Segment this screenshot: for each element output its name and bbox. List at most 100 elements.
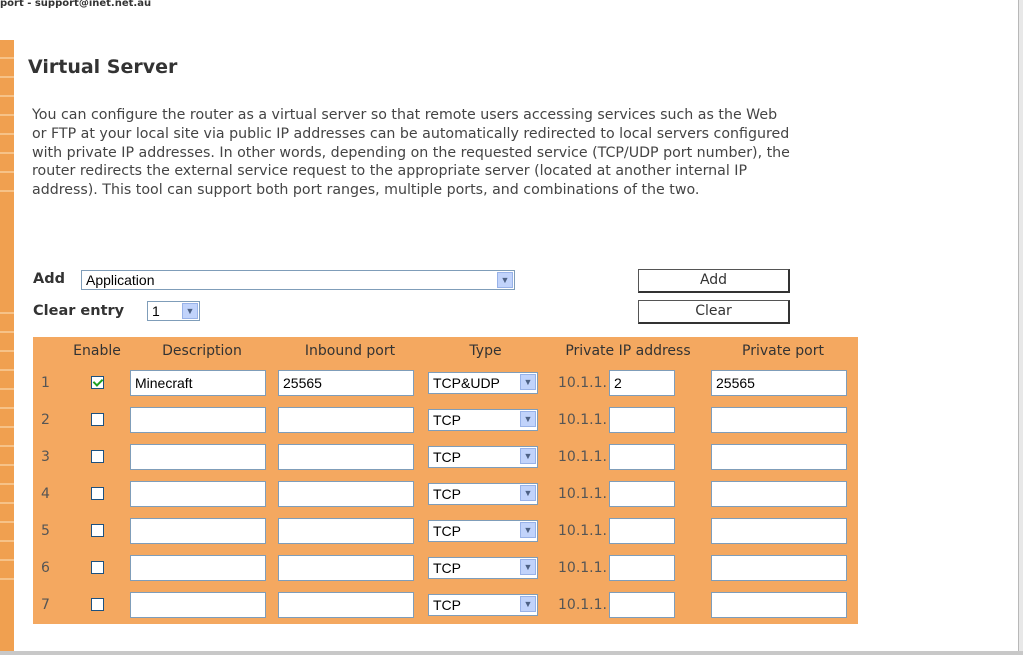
enable-checkbox[interactable] — [90, 487, 104, 500]
ip-prefix: 10.1.1. — [558, 596, 607, 613]
window-bottom-border — [0, 651, 1023, 655]
description-input[interactable] — [130, 591, 266, 618]
row-number: 1 — [35, 365, 65, 400]
row-number: 3 — [35, 439, 65, 474]
header-private-ip: Private IP address — [548, 339, 708, 363]
private-ip-input[interactable] — [608, 480, 675, 507]
private-ip-cell: 10.1.1. — [548, 402, 708, 437]
type-select[interactable]: TCP ▼ — [428, 445, 538, 468]
type-select[interactable]: TCP ▼ — [428, 556, 538, 579]
type-cell: TCP ▼ — [425, 513, 546, 548]
header-type: Type — [425, 339, 546, 363]
private-port-input[interactable] — [711, 406, 847, 433]
private-port-cell — [710, 513, 856, 548]
type-value: TCP — [433, 559, 461, 576]
inbound-port-input[interactable] — [278, 406, 414, 433]
private-ip-input[interactable] — [608, 517, 675, 544]
description-cell — [129, 550, 275, 585]
enable-checkbox[interactable] — [90, 598, 104, 611]
table-row: 7 TCP ▼ 10.1.1. — [35, 587, 856, 622]
add-button[interactable]: Add — [638, 269, 790, 293]
enable-checkbox[interactable] — [90, 450, 104, 463]
add-application-value: Application — [86, 272, 155, 288]
description-cell — [129, 402, 275, 437]
chevron-down-icon[interactable]: ▼ — [520, 410, 536, 427]
header-enable: Enable — [67, 339, 127, 363]
chevron-down-icon[interactable]: ▼ — [520, 521, 536, 538]
table-row: 1 Minecraft 25565 TCP&UDP ▼ 10.1.1. 2 25… — [35, 365, 856, 400]
row-number: 5 — [35, 513, 65, 548]
type-cell: TCP ▼ — [425, 476, 546, 511]
private-ip-cell: 10.1.1. 2 — [548, 365, 708, 400]
private-port-input[interactable] — [711, 443, 847, 470]
private-ip-input[interactable] — [608, 406, 675, 433]
chevron-down-icon[interactable]: ▼ — [520, 373, 536, 390]
type-select[interactable]: TCP&UDP ▼ — [428, 371, 538, 394]
enable-checkbox[interactable] — [90, 524, 104, 537]
inbound-port-input[interactable] — [278, 554, 414, 581]
type-select[interactable]: TCP ▼ — [428, 593, 538, 616]
type-select[interactable]: TCP ▼ — [428, 482, 538, 505]
chevron-down-icon[interactable]: ▼ — [182, 303, 198, 319]
description-input[interactable]: Minecraft — [130, 369, 266, 396]
window-title-bar: port - support@inet.net.au — [0, 0, 152, 9]
private-port-input[interactable] — [711, 554, 847, 581]
private-ip-input[interactable]: 2 — [608, 369, 675, 396]
inbound-port-input[interactable] — [278, 480, 414, 507]
header-private-port: Private port — [710, 339, 856, 363]
enable-cell — [67, 587, 127, 622]
type-value: TCP — [433, 522, 461, 539]
private-ip-input[interactable] — [608, 443, 675, 470]
chevron-down-icon[interactable]: ▼ — [520, 595, 536, 612]
row-number: 6 — [35, 550, 65, 585]
type-select[interactable]: TCP ▼ — [428, 408, 538, 431]
inbound-port-input[interactable] — [278, 517, 414, 544]
inbound-port-cell — [277, 402, 423, 437]
enable-checkbox[interactable] — [90, 413, 104, 426]
private-port-input[interactable] — [711, 591, 847, 618]
add-application-select[interactable]: Application ▼ — [81, 270, 515, 290]
table-row: 4 TCP ▼ 10.1.1. — [35, 476, 856, 511]
inbound-port-input[interactable]: 25565 — [278, 369, 414, 396]
virtual-server-table: Enable Description Inbound port Type Pri… — [33, 337, 858, 624]
private-port-input[interactable] — [711, 517, 847, 544]
enable-checkbox[interactable] — [90, 376, 104, 389]
clear-button[interactable]: Clear — [638, 300, 790, 324]
private-ip-input[interactable] — [608, 591, 675, 618]
enable-checkbox[interactable] — [90, 561, 104, 574]
table-row: 6 TCP ▼ 10.1.1. — [35, 550, 856, 585]
type-select[interactable]: TCP ▼ — [428, 519, 538, 542]
header-description: Description — [129, 339, 275, 363]
private-ip-input[interactable] — [608, 554, 675, 581]
private-ip-cell: 10.1.1. — [548, 587, 708, 622]
private-port-cell — [710, 439, 856, 474]
table-row: 3 TCP ▼ 10.1.1. — [35, 439, 856, 474]
clear-entry-value: 1 — [152, 303, 160, 319]
private-port-cell — [710, 476, 856, 511]
enable-cell — [67, 550, 127, 585]
chevron-down-icon[interactable]: ▼ — [497, 272, 513, 288]
description-input[interactable] — [130, 480, 266, 507]
private-port-input[interactable] — [711, 480, 847, 507]
description-input[interactable] — [130, 406, 266, 433]
clear-entry-select[interactable]: 1 ▼ — [147, 301, 200, 321]
private-port-input[interactable]: 25565 — [711, 369, 847, 396]
type-cell: TCP ▼ — [425, 402, 546, 437]
chevron-down-icon[interactable]: ▼ — [520, 558, 536, 575]
ip-prefix: 10.1.1. — [558, 374, 607, 391]
type-cell: TCP ▼ — [425, 587, 546, 622]
description-input[interactable] — [130, 443, 266, 470]
chevron-down-icon[interactable]: ▼ — [520, 447, 536, 464]
private-ip-cell: 10.1.1. — [548, 439, 708, 474]
enable-cell — [67, 402, 127, 437]
inbound-port-input[interactable] — [278, 591, 414, 618]
inbound-port-cell — [277, 513, 423, 548]
description-cell: Minecraft — [129, 365, 275, 400]
chevron-down-icon[interactable]: ▼ — [520, 484, 536, 501]
window-right-border — [1018, 0, 1023, 655]
ip-prefix: 10.1.1. — [558, 448, 607, 465]
description-input[interactable] — [130, 554, 266, 581]
inbound-port-input[interactable] — [278, 443, 414, 470]
description-input[interactable] — [130, 517, 266, 544]
type-cell: TCP ▼ — [425, 550, 546, 585]
